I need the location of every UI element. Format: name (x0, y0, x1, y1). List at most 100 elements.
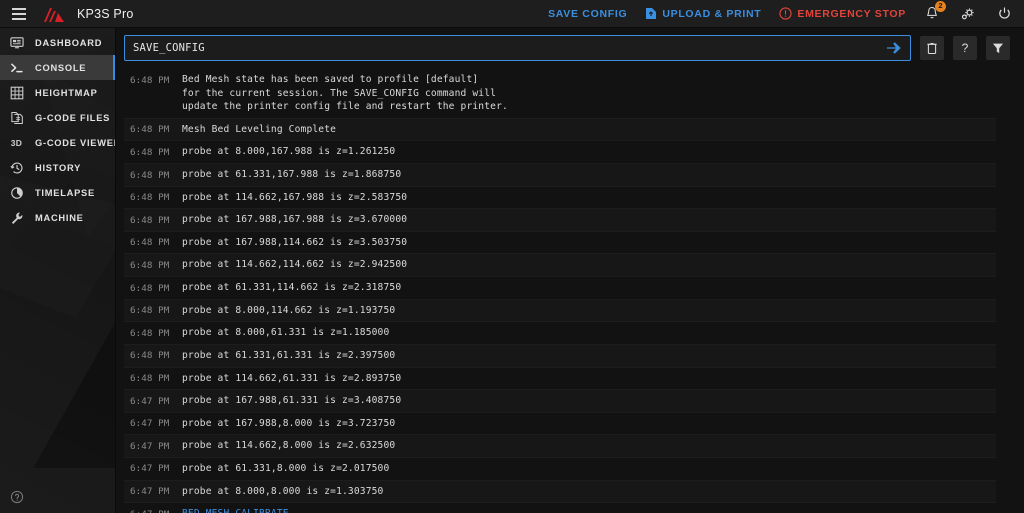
console-entry-row: 6:48 PM probe at 61.331,114.662 is z=2.31… (124, 277, 996, 300)
console-entry-message: probe at 61.331,167.988 is z=1.868750 (182, 169, 402, 181)
emergency-stop-label: EMERGENCY STOP (797, 7, 906, 20)
sidebar-item-dashboard[interactable]: DASHBOARD (0, 30, 115, 55)
console-entry-time: 6:48 PM (130, 327, 170, 339)
console-input[interactable] (125, 36, 910, 60)
console-entry-message: probe at 61.331,114.662 is z=2.318750 (182, 282, 402, 294)
sidebar-texture-facet (33, 278, 115, 468)
file-document-icon (9, 110, 24, 125)
sidebar-item-timelapse[interactable]: TIMELAPSE (0, 180, 115, 205)
sidebar-item-console[interactable]: CONSOLE (0, 55, 115, 80)
console-entry-time: 6:47 PM (130, 395, 170, 407)
grid-icon (9, 85, 24, 100)
console-entry-row: 6:48 PM probe at 114.662,61.331 is z=2.89… (124, 368, 996, 391)
help-button[interactable]: ? (953, 36, 977, 60)
top-bar: KP3S Pro SAVE CONFIG UPLOAD & PRINT EMER… (0, 0, 1024, 28)
upload-file-icon (645, 7, 657, 20)
sidebar-item-gcode-viewer[interactable]: 3D G-CODE VIEWER (0, 130, 115, 155)
console-entry-message: probe at 114.662,114.662 is z=2.942500 (182, 259, 408, 271)
body: DASHBOARD CONSOLE HEIGHTMAP G-CODE FILES… (0, 28, 1024, 513)
console-output-list[interactable]: 6:48 PM Bed Mesh state has been saved to … (124, 69, 1010, 513)
hamburger-icon[interactable] (8, 3, 30, 25)
filter-button[interactable] (986, 36, 1010, 60)
printer-brand-logo (42, 5, 66, 23)
sidebar-item-label: CONSOLE (35, 62, 87, 73)
console-input-wrapper[interactable] (124, 35, 911, 61)
console-entry-row: 6:47 PM probe at 8.000,8.000 is z=1.30375… (124, 480, 996, 504)
console-entry-row: 6:48 PM probe at 8.000,167.988 is z=1.261… (124, 141, 996, 165)
console-entry-message: Mesh Bed Leveling Complete (182, 123, 337, 135)
alert-circle-icon (779, 7, 793, 20)
notifications-button[interactable]: 2 (922, 0, 946, 24)
console-entry-time: 6:48 PM (130, 74, 170, 86)
console-entry-row: 6:47 PM probe at 167.988,61.331 is z=3.40… (124, 390, 996, 413)
console-entry-message: probe at 114.662,61.331 is z=2.893750 (182, 372, 402, 384)
help-circle-icon[interactable] (10, 490, 24, 504)
console-entry-time: 6:48 PM (130, 214, 170, 226)
clear-console-button[interactable] (920, 36, 944, 60)
console-entry-time: 6:48 PM (130, 192, 170, 204)
console-entry-row: 6:47 PMBED_MESH_CALIBRATE (124, 503, 996, 513)
main-content: ? 6:48 PM Bed Mesh state has been saved t… (116, 28, 1024, 513)
console-entry-time: 6:48 PM (130, 237, 170, 249)
power-icon (998, 7, 1010, 19)
sidebar-item-heightmap[interactable]: HEIGHTMAP (0, 80, 115, 105)
console-entry-row: 6:48 PM Mesh Bed Leveling Complete (124, 118, 996, 142)
sidebar-item-label: MACHINE (35, 212, 84, 223)
console-entry-time: 6:47 PM (130, 418, 170, 430)
sidebar-item-label: DASHBOARD (35, 37, 103, 48)
console-entry-time: 6:48 PM (130, 259, 170, 271)
console-entry-row: 6:48 PM probe at 114.662,114.662 is z=2.9… (124, 254, 996, 278)
console-entry-time: 6:48 PM (130, 282, 170, 294)
console-entry-time: 6:48 PM (130, 373, 170, 385)
sidebar-item-label: TIMELAPSE (35, 187, 95, 198)
sidebar-item-label: HEIGHTMAP (35, 87, 98, 98)
history-clock-icon (9, 160, 24, 175)
sidebar-item-label: G-CODE VIEWER (35, 137, 116, 148)
dashboard-icon (9, 35, 24, 50)
app-root: KP3S Pro SAVE CONFIG UPLOAD & PRINT EMER… (0, 0, 1024, 513)
sidebar-item-gcode-files[interactable]: G-CODE FILES (0, 105, 115, 130)
console-entry-row: 6:48 PM probe at 61.331,167.988 is z=1.86… (124, 164, 996, 187)
console-entry-time: 6:48 PM (130, 124, 170, 136)
console-entry-time: 6:48 PM (130, 169, 170, 181)
console-entry-message: probe at 167.988,167.988 is z=3.670000 (182, 214, 408, 226)
save-config-button[interactable]: SAVE CONFIG (548, 8, 627, 20)
sidebar-item-history[interactable]: HISTORY (0, 155, 115, 180)
notification-count-badge: 2 (935, 0, 946, 12)
console-entry-row: 6:48 PM probe at 167.988,114.662 is z=3.5… (124, 232, 996, 255)
upload-and-print-label: UPLOAD & PRINT (662, 7, 762, 20)
console-entry-row: 6:47 PM probe at 167.988,8.000 is z=3.723… (124, 413, 996, 436)
console-entry-message: probe at 8.000,8.000 is z=1.303750 (182, 485, 384, 497)
console-entry-message: probe at 167.988,114.662 is z=3.503750 (182, 236, 408, 248)
upload-and-print-button[interactable]: UPLOAD & PRINT (645, 7, 761, 20)
console-entry-row: 6:47 PM probe at 61.331,8.000 is z=2.0175… (124, 458, 996, 481)
sidebar-item-label: G-CODE FILES (35, 112, 111, 123)
console-entry-time: 6:47 PM (130, 463, 170, 475)
console-entry-row: 6:48 PM probe at 114.662,167.988 is z=2.5… (124, 187, 996, 210)
console-entry-row: 6:48 PM probe at 167.988,167.988 is z=3.6… (124, 209, 996, 232)
console-entry-message: probe at 8.000,61.331 is z=1.185000 (182, 327, 390, 339)
3d-icon: 3D (10, 137, 23, 148)
console-entry-command[interactable]: BED_MESH_CALIBRATE (182, 507, 289, 513)
power-button[interactable] (994, 4, 1014, 24)
send-arrow-icon[interactable] (884, 36, 904, 60)
console-entry-time: 6:47 PM (130, 486, 170, 498)
sidebar-item-machine[interactable]: MACHINE (0, 205, 115, 230)
console-entry-message: probe at 167.988,61.331 is z=3.408750 (182, 395, 402, 407)
console-entry-time: 6:48 PM (130, 305, 170, 317)
console-entry-time: 6:48 PM (130, 350, 170, 362)
settings-button[interactable] (958, 4, 978, 24)
sidebar-item-label: HISTORY (35, 162, 82, 173)
console-entry-message: probe at 114.662,8.000 is z=2.632500 (182, 440, 396, 452)
console-toolbar: ? (124, 35, 1010, 61)
console-entry-message: probe at 61.331,61.331 is z=2.397500 (182, 349, 396, 361)
question-icon: ? (961, 41, 969, 55)
gear-icon (961, 8, 974, 20)
emergency-stop-button[interactable]: EMERGENCY STOP (779, 7, 906, 20)
console-entry-time: 6:47 PM (130, 440, 170, 452)
sidebar-footer (0, 490, 115, 513)
console-entry-row: 6:47 PM probe at 114.662,8.000 is z=2.632… (124, 435, 996, 458)
console-entry-message: Bed Mesh state has been saved to profile… (182, 74, 508, 113)
console-entry-time: 6:47 PM (130, 507, 182, 513)
wrench-icon (9, 210, 24, 225)
